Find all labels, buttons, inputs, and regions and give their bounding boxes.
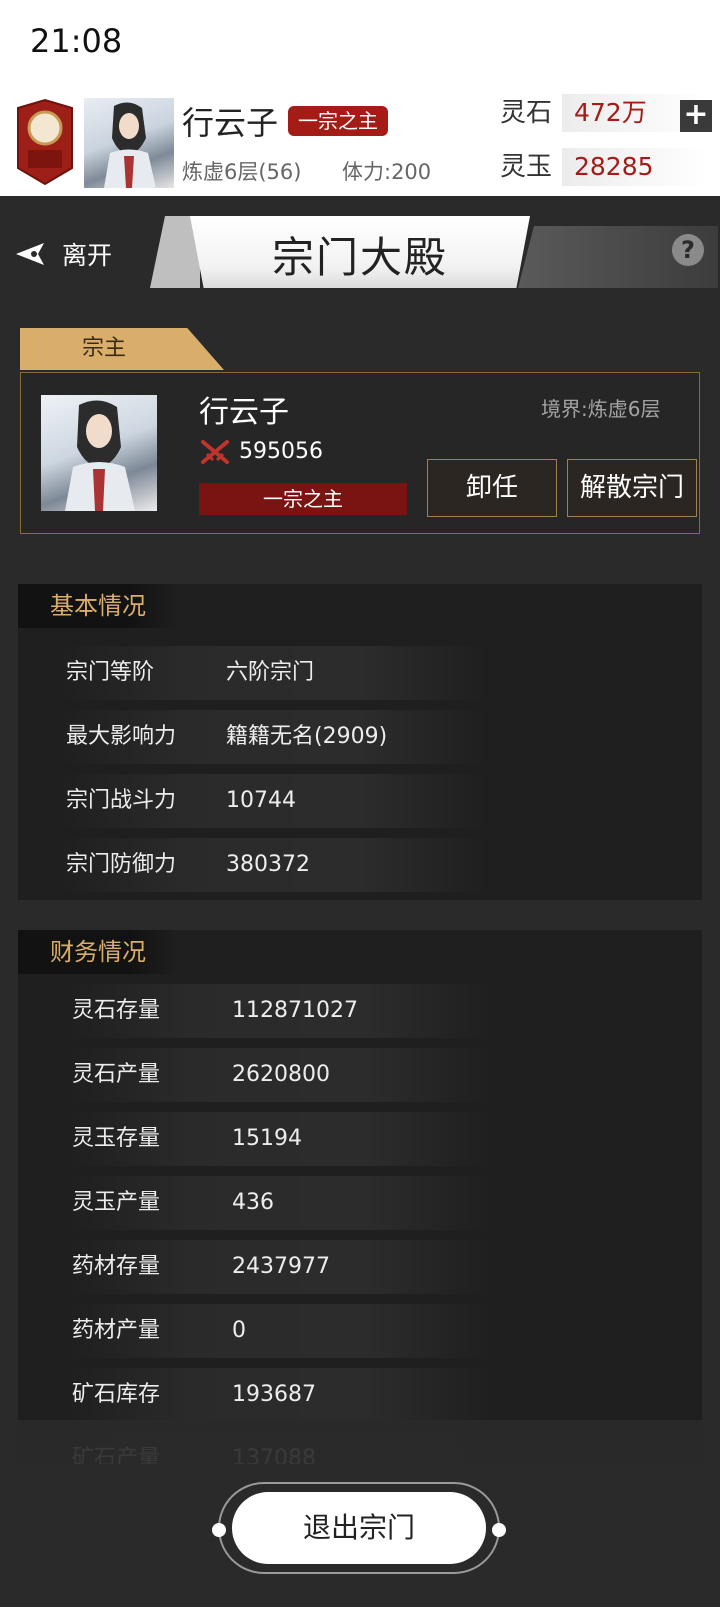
finance-row: 药材存量 2437977 [64, 1240, 494, 1294]
back-arrow-icon [16, 243, 44, 265]
finance-value: 436 [232, 1190, 274, 1215]
leader-name: 行云子 [199, 395, 289, 430]
crossed-swords-icon [201, 439, 229, 464]
finance-value: 2620800 [232, 1062, 330, 1087]
frame-dot [492, 1523, 506, 1537]
leader-power-value: 595056 [239, 439, 323, 464]
info-value: 籍籍无名(2909) [226, 724, 388, 749]
info-key: 宗门等阶 [66, 660, 155, 685]
finance-key: 灵玉产量 [72, 1190, 161, 1215]
quit-button-frame: 退出宗门 [212, 1482, 506, 1574]
info-row: 宗门防御力 380372 [58, 838, 488, 892]
info-key: 宗门战斗力 [66, 788, 177, 813]
leader-combat-power: 595056 [201, 439, 323, 464]
finance-key: 药材产量 [72, 1318, 161, 1343]
finance-value: 112871027 [232, 998, 358, 1023]
leave-button[interactable]: 离开 [14, 236, 112, 272]
quit-sect-button[interactable]: 退出宗门 [232, 1492, 486, 1564]
finance-key: 灵石产量 [72, 1062, 161, 1087]
info-row: 宗门战斗力 10744 [58, 774, 488, 828]
finance-key: 药材存量 [72, 1254, 161, 1279]
leader-realm: 境界:炼虚6层 [541, 397, 661, 421]
frame-dot [212, 1523, 226, 1537]
finance-value: 15194 [232, 1126, 302, 1151]
finance-value: 2437977 [232, 1254, 330, 1279]
finance-value: 0 [232, 1318, 246, 1343]
add-currency-button[interactable]: + [680, 100, 712, 132]
player-title-badge: 一宗之主 [288, 106, 388, 136]
spirit-jade-display: 灵玉 28285 [500, 148, 714, 186]
basic-info-section: 基本情况 宗门等阶 六阶宗门 最大影响力 籍籍无名(2909) 宗门战斗力 10… [18, 584, 702, 900]
sect-emblem-icon[interactable] [14, 98, 76, 186]
top-nav-bar: 离开 宗门大殿 ? [0, 196, 720, 296]
spirit-jade-label: 灵玉 [500, 152, 553, 182]
finance-row: 灵玉存量 15194 [64, 1112, 494, 1166]
finance-value: 193687 [232, 1382, 316, 1407]
help-icon[interactable]: ? [672, 234, 704, 266]
page-title: 宗门大殿 [271, 233, 448, 282]
finance-row: 灵石产量 2620800 [64, 1048, 494, 1102]
info-value: 六阶宗门 [226, 660, 315, 685]
spirit-jade-value: 28285 [562, 148, 708, 186]
leader-card: 行云子 境界:炼虚6层 595056 一宗之主 卸任 解散宗门 [20, 372, 700, 534]
finance-key: 灵玉存量 [72, 1126, 161, 1151]
spirit-stone-label: 灵石 [500, 98, 553, 128]
disband-sect-button[interactable]: 解散宗门 [567, 459, 697, 517]
finance-row: 矿石库存 193687 [64, 1368, 494, 1422]
info-key: 宗门防御力 [66, 852, 177, 877]
info-value: 380372 [226, 852, 310, 877]
finance-key: 矿石库存 [72, 1382, 161, 1407]
status-time: 21:08 [30, 22, 123, 60]
finance-row: 药材产量 0 [64, 1304, 494, 1358]
finance-row: 灵石存量 112871027 [64, 984, 494, 1038]
resign-button[interactable]: 卸任 [427, 459, 557, 517]
leader-avatar[interactable] [41, 395, 157, 511]
info-key: 最大影响力 [66, 724, 177, 749]
basic-info-heading: 基本情况 [18, 584, 178, 628]
finance-heading: 财务情况 [18, 930, 178, 974]
finance-row: 灵玉产量 436 [64, 1176, 494, 1230]
status-bar: 21:08 [0, 0, 720, 88]
player-realm: 炼虚6层(56) [182, 160, 302, 184]
player-avatar[interactable] [84, 98, 174, 188]
leader-title-badge: 一宗之主 [199, 483, 407, 515]
player-stamina: 体力:200 [342, 160, 432, 184]
info-value: 10744 [226, 788, 296, 813]
finance-key: 灵石存量 [72, 998, 161, 1023]
player-name: 行云子 [182, 104, 279, 142]
info-row: 最大影响力 籍籍无名(2909) [58, 710, 488, 764]
leave-label: 离开 [62, 241, 113, 270]
info-row: 宗门等阶 六阶宗门 [58, 646, 488, 700]
player-header: 行云子 一宗之主 炼虚6层(56) 体力:200 灵石 472万 灵玉 2828… [0, 88, 720, 196]
leader-section-tab: 宗主 [20, 328, 224, 370]
finance-section[interactable]: 财务情况 灵石存量 112871027 灵石产量 2620800 灵玉存量 15… [18, 930, 702, 1464]
